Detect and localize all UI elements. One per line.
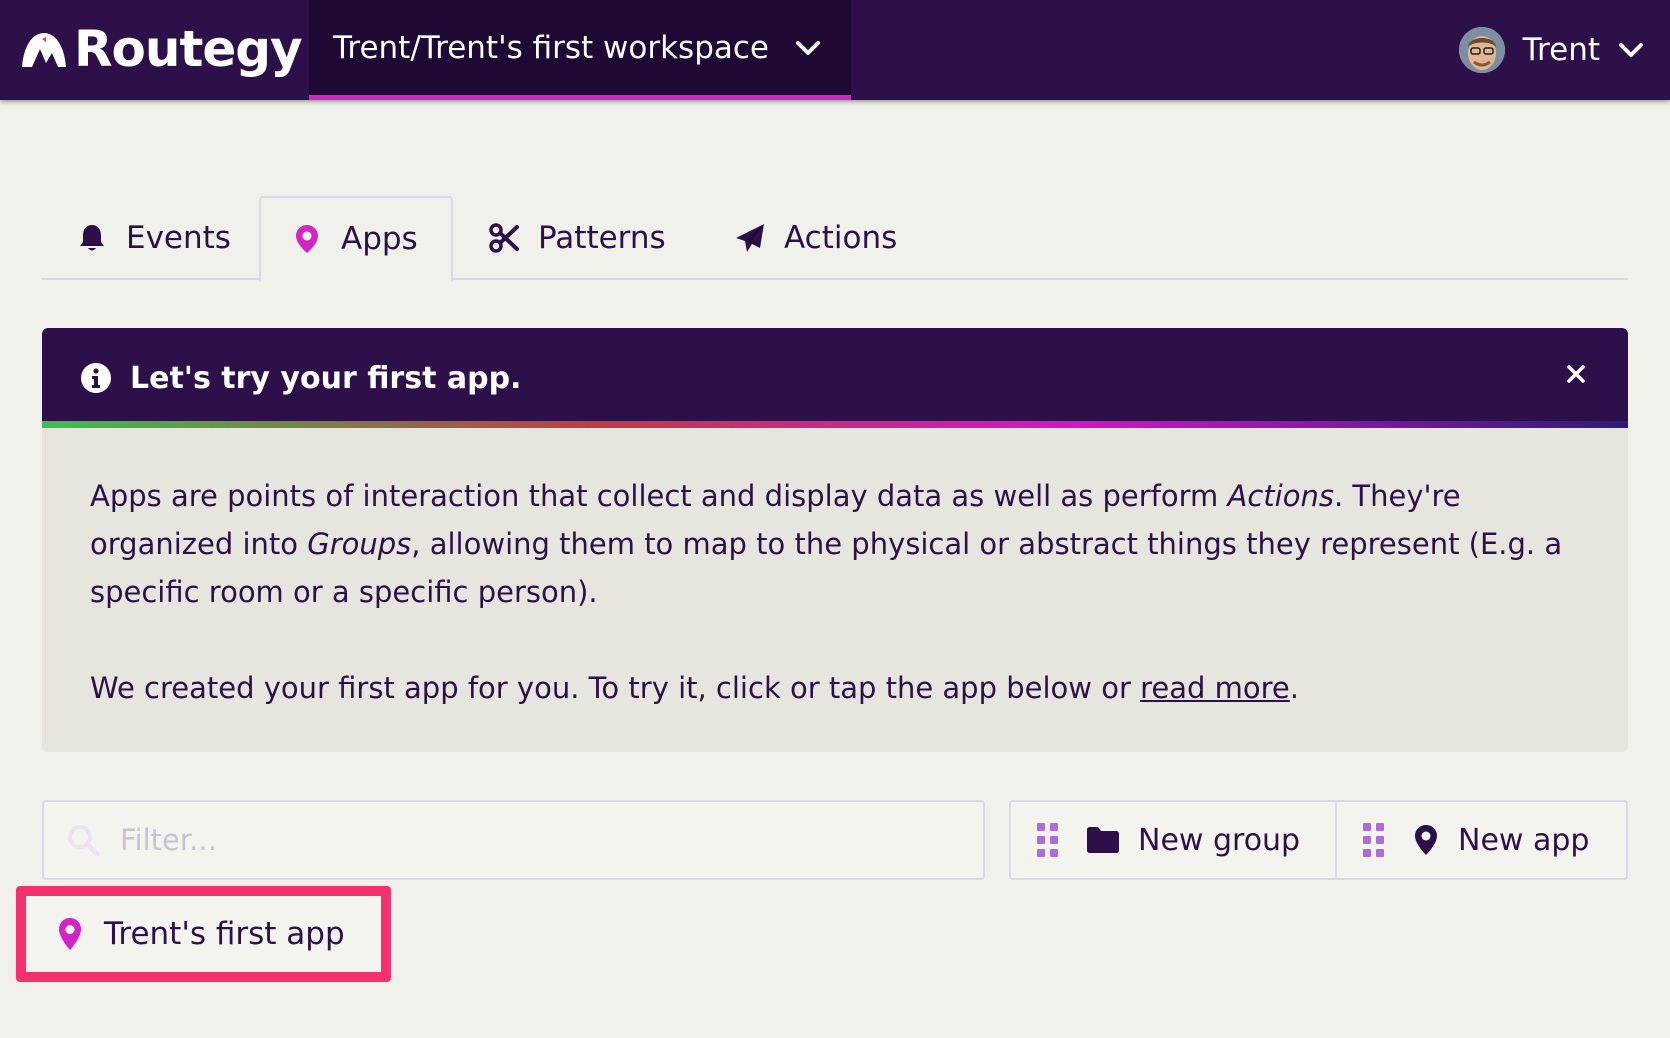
tab-label: Patterns xyxy=(538,220,666,256)
text: . xyxy=(1289,671,1299,705)
text-emphasis: Groups xyxy=(307,527,412,561)
banner-paragraph: We created your first app for you. To tr… xyxy=(90,664,1580,712)
workspace-selector[interactable]: Trent/Trent's first workspace xyxy=(309,0,851,100)
avatar xyxy=(1458,27,1505,73)
bell-icon xyxy=(80,225,104,251)
filter-box xyxy=(42,800,985,880)
map-pin-icon xyxy=(1415,825,1437,855)
workspace-label: Trent/Trent's first workspace xyxy=(333,29,769,66)
tab-actions[interactable]: Actions xyxy=(734,196,897,280)
app-name: Trent's first app xyxy=(104,916,345,952)
new-group-button[interactable]: New group xyxy=(1011,802,1335,878)
create-buttons: New group New app xyxy=(1009,800,1628,880)
tab-apps[interactable]: Apps xyxy=(259,196,453,282)
paper-plane-icon xyxy=(736,224,764,252)
top-bar: Routegy Trent/Trent's first workspace Tr… xyxy=(0,0,1670,100)
chevron-down-icon xyxy=(796,41,820,55)
tab-label: Apps xyxy=(341,221,418,257)
new-app-button[interactable]: New app xyxy=(1335,802,1626,878)
mountain-logo-icon xyxy=(22,33,66,67)
tab-patterns[interactable]: Patterns xyxy=(488,196,666,280)
filter-input[interactable] xyxy=(120,823,940,857)
new-group-label: New group xyxy=(1138,822,1301,858)
new-app-label: New app xyxy=(1458,822,1590,858)
banner-header: Let's try your first app. xyxy=(42,328,1628,428)
tab-events[interactable]: Events xyxy=(76,196,231,280)
gradient-divider xyxy=(42,421,1628,428)
main-tabs: Events Apps Patterns Actions xyxy=(42,196,1628,282)
logo-text: Routegy xyxy=(74,20,303,78)
drag-handle-icon xyxy=(1037,823,1058,857)
info-banner: Let's try your first app. Apps are point… xyxy=(42,328,1628,752)
info-icon xyxy=(81,363,111,393)
banner-paragraph: Apps are points of interaction that coll… xyxy=(90,472,1580,616)
user-name: Trent xyxy=(1522,32,1600,68)
logo[interactable]: Routegy xyxy=(20,14,303,84)
tab-label: Actions xyxy=(784,220,898,256)
folder-icon xyxy=(1087,827,1119,853)
text: Apps are points of interaction that coll… xyxy=(90,479,1228,513)
tab-label: Events xyxy=(126,220,231,256)
text: We created your first app for you. To tr… xyxy=(90,671,1141,705)
app-list-item[interactable]: Trent's first app xyxy=(16,886,391,982)
search-icon xyxy=(68,825,100,857)
drag-handle-icon xyxy=(1363,823,1384,857)
user-menu[interactable]: Trent xyxy=(1458,0,1670,100)
chevron-down-icon xyxy=(1619,43,1643,57)
scissors-icon xyxy=(489,223,519,253)
text-emphasis: Actions xyxy=(1227,479,1334,513)
banner-body: Apps are points of interaction that coll… xyxy=(42,428,1628,712)
banner-title: Let's try your first app. xyxy=(130,360,522,396)
close-icon[interactable] xyxy=(1564,362,1588,386)
map-pin-icon xyxy=(296,225,318,253)
map-pin-icon xyxy=(59,918,81,950)
read-more-link[interactable]: read more xyxy=(1140,671,1290,705)
